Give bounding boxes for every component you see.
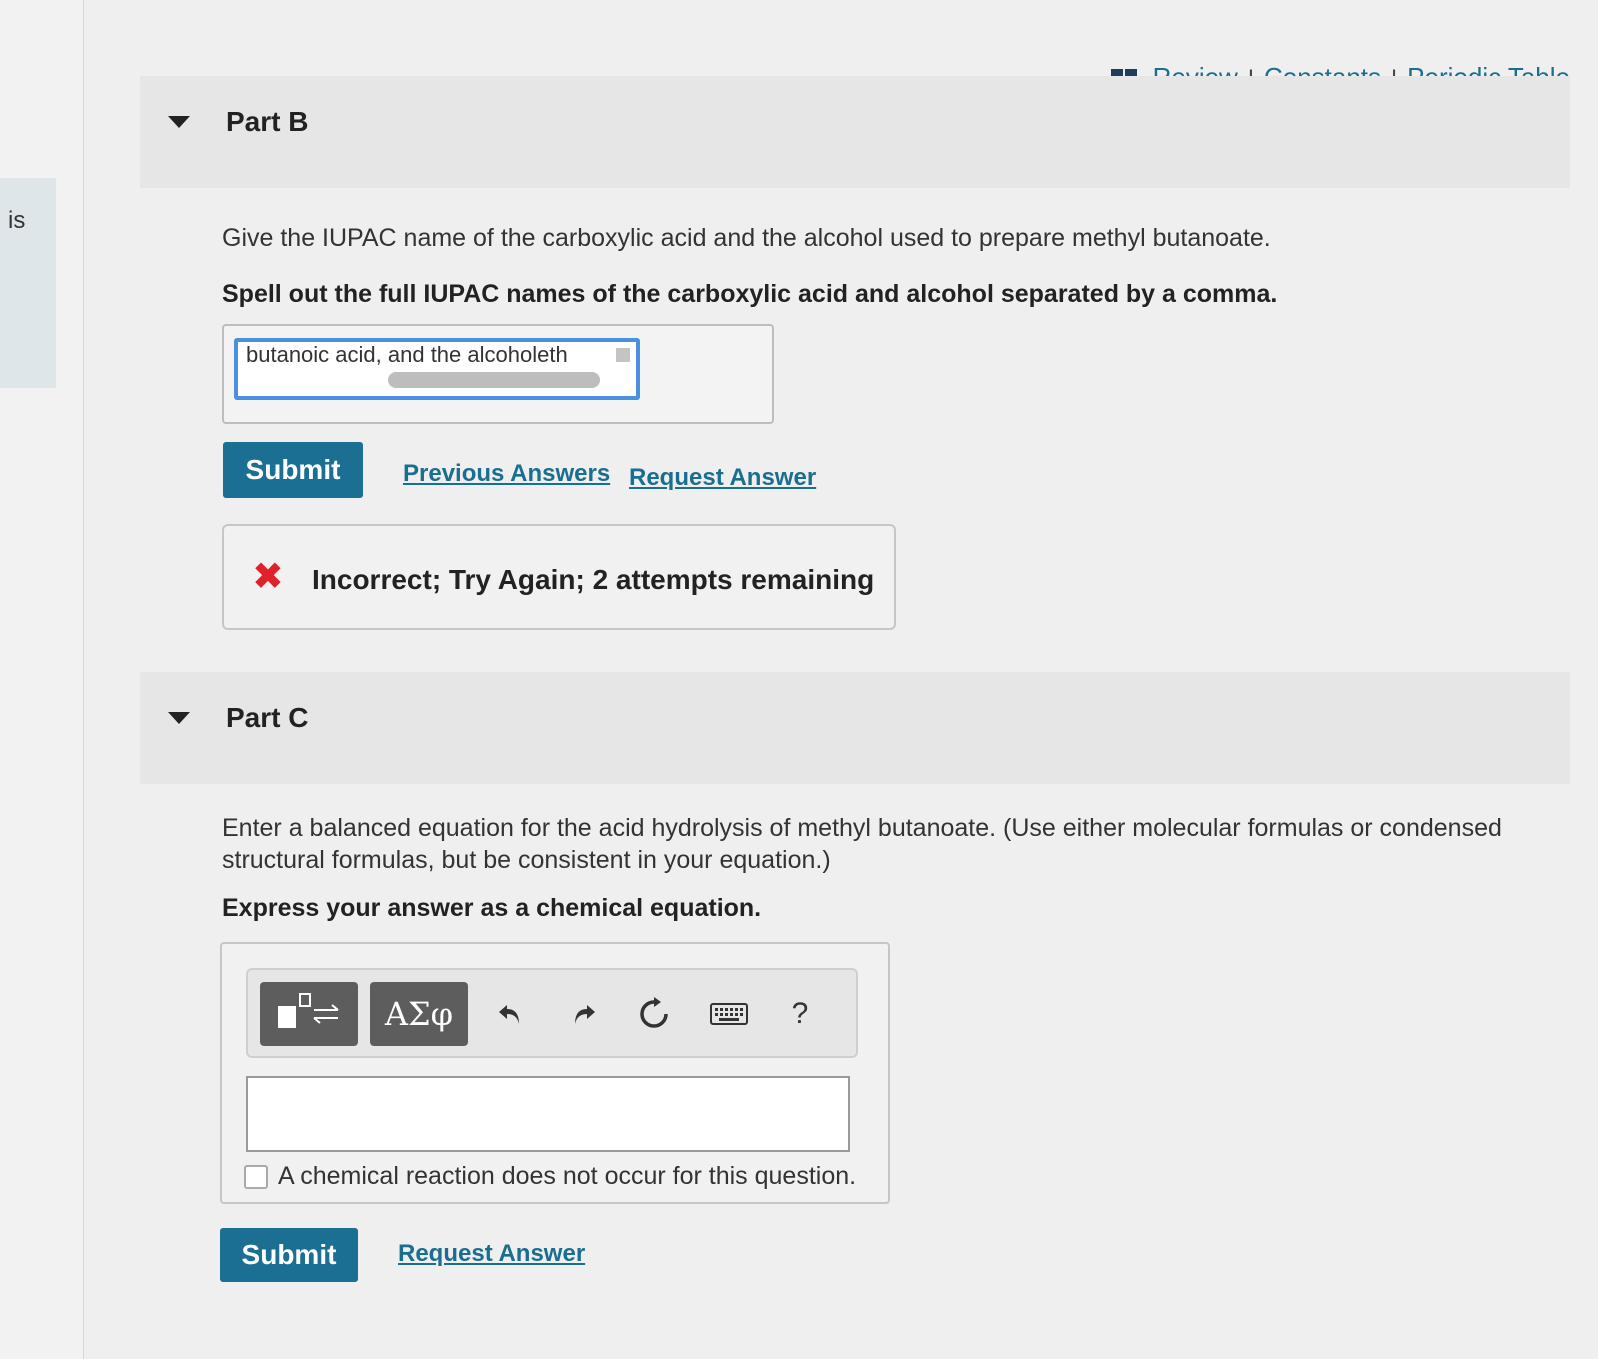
page: is Review I Constants I Periodic Table P… <box>0 0 1598 1359</box>
help-icon[interactable]: ? <box>778 992 822 1036</box>
part-c-title: Part C <box>226 702 309 733</box>
part-b-answer-input[interactable]: butanoic acid, and the alcoholeth <box>234 338 640 400</box>
equation-editor: ΑΣφ ? A chemical reaction does not occur… <box>220 942 890 1204</box>
feedback-box: ✖ Incorrect; Try Again; 2 attempts remai… <box>222 524 896 630</box>
part-b-answer-value: butanoic acid, and the alcoholeth <box>246 342 568 367</box>
no-reaction-label: A chemical reaction does not occur for t… <box>278 1162 857 1190</box>
part-b-answer-container: butanoic acid, and the alcoholeth <box>222 324 774 424</box>
part-c-header[interactable]: Part C <box>140 672 1570 784</box>
equation-toolbar: ΑΣφ ? <box>246 968 858 1058</box>
keyboard-icon[interactable] <box>704 992 754 1036</box>
part-c-question: Enter a balanced equation for the acid h… <box>222 814 1502 874</box>
part-b-submit-button[interactable]: Submit <box>223 442 363 498</box>
redo-icon[interactable] <box>562 992 606 1036</box>
reset-icon[interactable] <box>632 992 676 1036</box>
equation-input[interactable] <box>246 1076 850 1152</box>
previous-answers-link[interactable]: Previous Answers <box>403 460 610 488</box>
part-c-instruction: Express your answer as a chemical equati… <box>222 894 762 922</box>
input-scrollbar[interactable] <box>388 372 600 388</box>
part-b-title: Part B <box>226 106 309 137</box>
collapse-caret-icon[interactable] <box>168 116 190 128</box>
no-reaction-option: A chemical reaction does not occur for t… <box>244 1162 856 1191</box>
left-tab-text: is <box>8 207 26 234</box>
no-reaction-checkbox[interactable] <box>244 1164 268 1189</box>
part-b-header[interactable]: Part B <box>140 76 1570 188</box>
templates-icon <box>274 990 344 1039</box>
incorrect-x-icon: ✖ <box>252 556 284 598</box>
input-resize-handle[interactable] <box>616 348 630 362</box>
part-b-request-answer-link[interactable]: Request Answer <box>629 464 816 492</box>
undo-icon[interactable] <box>488 992 532 1036</box>
templates-button[interactable] <box>260 982 358 1046</box>
part-c-submit-button[interactable]: Submit <box>220 1228 358 1282</box>
symbols-button[interactable]: ΑΣφ <box>370 982 468 1046</box>
feedback-message: Incorrect; Try Again; 2 attempts remaini… <box>312 564 875 595</box>
part-b-question: Give the IUPAC name of the carboxylic ac… <box>222 224 1271 252</box>
part-b-instruction: Spell out the full IUPAC names of the ca… <box>222 280 1278 308</box>
collapse-caret-icon[interactable] <box>168 712 190 724</box>
part-c-request-answer-link[interactable]: Request Answer <box>398 1240 585 1268</box>
